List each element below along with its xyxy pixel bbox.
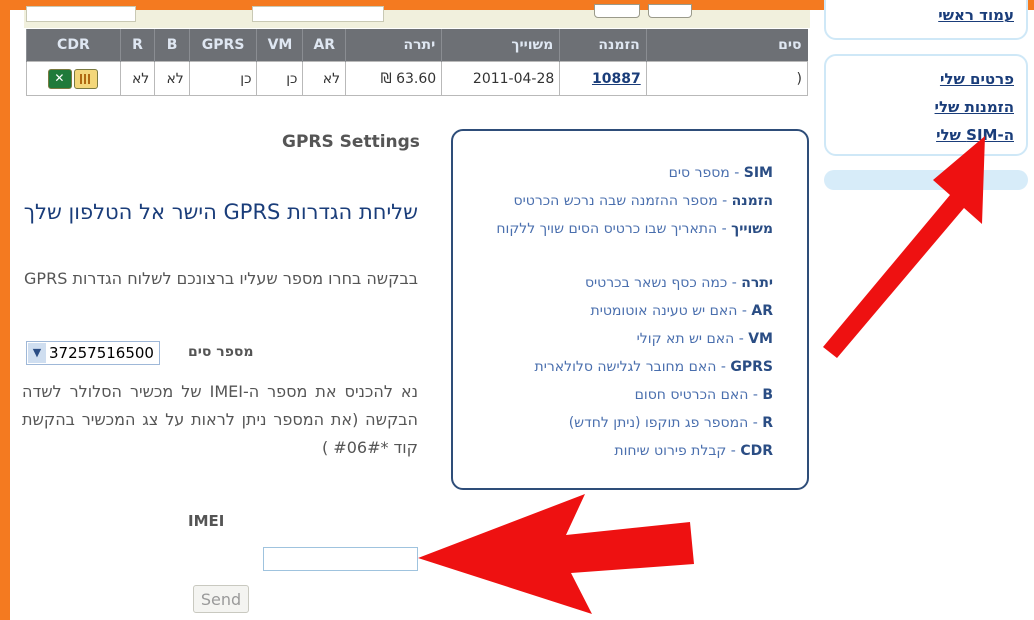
nav-box-account: פרטים שלי הזמנות שלי ה-SIM שלי [824, 54, 1028, 156]
col-gprs[interactable]: GPRS [188, 29, 257, 62]
legend-key: יתרה [741, 275, 773, 291]
legend-item: משוייך - התאריך שבו כרטיס הסים שויך ללקו… [487, 216, 773, 242]
cell-order-link[interactable]: 10887 [559, 61, 647, 96]
col-sim[interactable]: סים [645, 29, 808, 62]
legend-item: B - האם הכרטיס חסום [635, 387, 773, 403]
col-vm[interactable]: VM [256, 29, 303, 62]
nav-box-empty [824, 170, 1028, 190]
legend-key: הזמנה [731, 193, 773, 209]
legend-desc: - מספר ההזמנה שבה נרכש הכרטיס [513, 193, 732, 209]
legend-item: SIM - מספר סים [669, 165, 773, 181]
cell-r: לא [119, 61, 156, 96]
sim-number-value: 37257516500 [49, 344, 154, 362]
nav-link-home[interactable]: עמוד ראשי [938, 6, 1014, 24]
sim-number-select[interactable]: ▼ 37257516500 [26, 341, 160, 365]
legend-item: R - המספר פג תוקפו (ניתן לחדש) [569, 415, 773, 431]
nav-box-home: עמוד ראשי [824, 0, 1028, 40]
legend-desc: - האם יש טעינה אוטומטית [590, 303, 752, 319]
send-button[interactable]: Send [193, 585, 249, 613]
legend-key: VM [748, 331, 773, 347]
col-balance[interactable]: יתרה [345, 29, 442, 62]
legend-desc: - מספר סים [668, 165, 744, 181]
sims-table: סים הזמנה משוייך יתרה AR VM GPRS B R CDR… [26, 29, 809, 96]
legend-desc: - קבלת פירוט שיחות [614, 443, 741, 459]
nav-link-my-details[interactable]: פרטים שלי [940, 70, 1014, 88]
cell-balance: 63.60 ₪ [345, 61, 443, 96]
page-title: GPRS Settings [282, 132, 420, 152]
col-assigned[interactable]: משוייך [441, 29, 560, 62]
instruction-text: בבקשה בחרו מספר שעליו ברצונכם לשלוח הגדר… [24, 269, 418, 288]
cell-sim: ( [645, 61, 809, 96]
col-r[interactable]: R [119, 29, 155, 62]
cell-b: לא [154, 61, 190, 96]
legend-desc: - האם הכרטיס חסום [634, 387, 763, 403]
legend-desc: - האם יש תא קולי [636, 331, 749, 347]
arrow-to-imei-input-icon [418, 494, 694, 614]
cell-vm: כן [256, 61, 304, 96]
legend-desc: - כמה כסף נשאר בכרטיס [584, 275, 742, 291]
nav-link-my-sims[interactable]: ה-SIM שלי [936, 126, 1014, 144]
top-toolbar [24, 4, 810, 28]
sim-number-label: מספר סים [188, 344, 254, 360]
legend-desc: - התאריך שבו כרטיס הסים שויך ללקוח [496, 221, 732, 237]
legend-key: משוייך [731, 221, 773, 237]
cell-ar: לא [302, 61, 347, 96]
imei-help-text: נא להכניס את מספר ה-IMEI של מכשיר הסלולר… [22, 382, 418, 457]
table-row: ( 10887 2011-04-28 63.60 ₪ לא כן כן לא ל… [26, 61, 809, 96]
legend-item: GPRS - האם מחובר לגלישה סלולארית [535, 359, 773, 375]
chevron-down-icon[interactable]: ▼ [28, 343, 46, 363]
legend-desc: - המספר פג תוקפו (ניתן לחדש) [568, 415, 763, 431]
imei-label: IMEI [188, 512, 225, 530]
toolbar-button-1[interactable] [594, 4, 640, 18]
legend-item: הזמנה - מספר ההזמנה שבה נרכש הכרטיס [514, 193, 773, 209]
legend-desc: - האם מחובר לגלישה סלולארית [534, 359, 731, 375]
column-legend-box: SIM - מספר סים הזמנה - מספר ההזמנה שבה נ… [451, 129, 809, 490]
legend-key: GPRS [730, 359, 773, 375]
col-ar[interactable]: AR [302, 29, 346, 62]
legend-key: B [762, 387, 773, 403]
legend-key: R [762, 415, 773, 431]
legend-item: CDR - קבלת פירוט שיחות [614, 443, 773, 459]
col-cdr[interactable]: CDR [26, 29, 121, 62]
table-header-row: סים הזמנה משוייך יתרה AR VM GPRS B R CDR [26, 29, 808, 62]
toolbar-button-2[interactable] [648, 4, 692, 18]
nav-link-my-orders[interactable]: הזמנות שלי [935, 98, 1014, 116]
legend-key: AR [751, 303, 773, 319]
toolbar-field-1[interactable] [26, 6, 136, 22]
imei-input[interactable] [263, 547, 418, 571]
col-order[interactable]: הזמנה [559, 29, 647, 62]
cell-gprs: כן [188, 61, 258, 96]
calendar-icon[interactable] [74, 68, 99, 89]
legend-key: SIM [743, 165, 773, 181]
toolbar-field-2[interactable] [252, 6, 384, 22]
orange-frame-left [0, 0, 10, 620]
legend-item: יתרה - כמה כסף נשאר בכרטיס [585, 275, 773, 291]
excel-icon[interactable] [48, 68, 73, 89]
legend-item: VM - האם יש תא קולי [637, 331, 773, 347]
col-b[interactable]: B [154, 29, 190, 62]
cell-assigned: 2011-04-28 [441, 61, 561, 96]
legend-item: AR - האם יש טעינה אוטומטית [591, 303, 773, 319]
cell-cdr [26, 61, 121, 96]
legend-key: CDR [740, 443, 773, 459]
section-heading: שליחת הגדרות GPRS הישר אל הטלפון שלך [23, 200, 418, 224]
